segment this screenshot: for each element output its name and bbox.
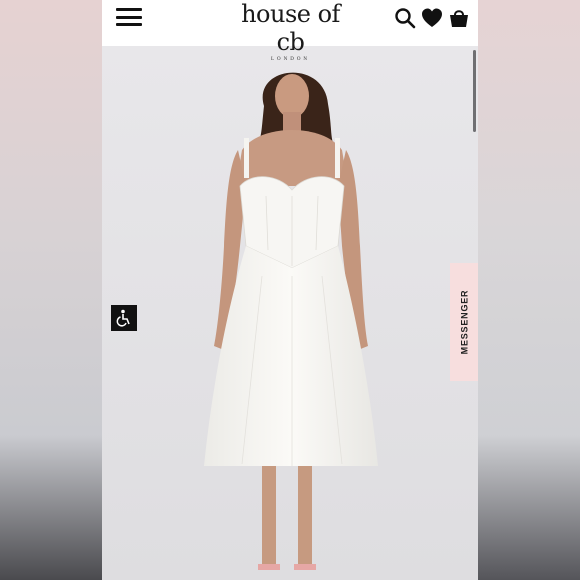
model-right-leg — [298, 466, 312, 566]
scrollbar[interactable] — [473, 50, 476, 132]
logo-wordmark: house of cb — [241, 0, 340, 56]
phone-screen: house of cb LONDON MESSENGER — [102, 0, 478, 580]
brand-logo[interactable]: house of cb LONDON — [228, 0, 353, 62]
search-icon[interactable] — [394, 7, 416, 29]
blurred-background-right — [478, 0, 580, 580]
blurred-background-left — [0, 0, 102, 580]
site-header: house of cb LONDON — [102, 0, 478, 62]
heart-icon[interactable] — [421, 7, 443, 29]
model-face — [275, 74, 309, 118]
messenger-label: MESSENGER — [459, 289, 469, 355]
model-left-leg — [262, 466, 276, 566]
logo-location: LONDON — [270, 57, 311, 62]
messenger-tab[interactable]: MESSENGER — [450, 263, 478, 381]
shopping-bag-icon[interactable] — [448, 7, 470, 29]
hamburger-menu-icon[interactable] — [116, 6, 142, 28]
wheelchair-accessibility-icon[interactable] — [111, 305, 137, 331]
product-photo — [102, 46, 478, 580]
